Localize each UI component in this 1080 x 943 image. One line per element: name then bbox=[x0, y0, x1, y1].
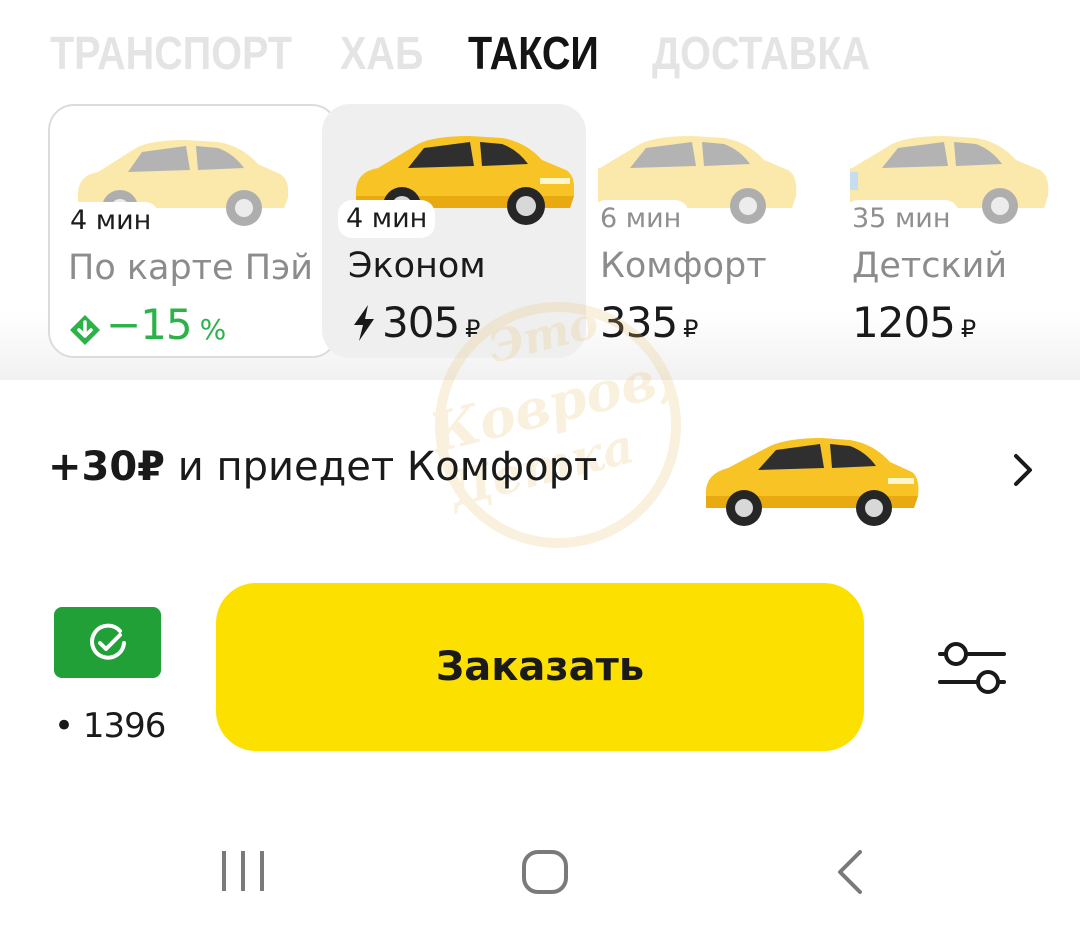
upsell-text: +30₽ и приедет Комфорт bbox=[48, 444, 597, 490]
tariff-panel: ТРАНСПОРТ ХАБ ТАКСИ ДОСТАВКА 4 мин По ка… bbox=[0, 0, 1080, 380]
price-value: 1205 bbox=[852, 298, 956, 347]
tariff-price: 305 ₽ bbox=[350, 298, 480, 347]
tariff-name: По карте Пэй bbox=[68, 248, 313, 288]
tariff-name: Комфорт bbox=[600, 246, 767, 286]
payment-method-button[interactable] bbox=[54, 607, 161, 678]
comfort-car-image bbox=[700, 430, 920, 526]
tariff-discount: −15 % bbox=[68, 300, 227, 349]
tariff-card-econom[interactable]: 4 мин Эконом 305 ₽ bbox=[322, 104, 586, 358]
price-currency: ₽ bbox=[683, 315, 698, 343]
tab-delivery[interactable]: ДОСТАВКА bbox=[652, 26, 870, 80]
tariff-price: 1205 ₽ bbox=[852, 298, 976, 347]
price-value: 305 bbox=[382, 298, 460, 347]
upsell-amount: +30₽ bbox=[48, 444, 166, 490]
chevron-right-icon[interactable] bbox=[1008, 452, 1036, 488]
payment-balance: • 1396 bbox=[54, 706, 166, 746]
sberpay-check-icon bbox=[86, 621, 130, 665]
eta-label: 4 мин bbox=[338, 200, 436, 238]
tariff-card-comfort[interactable]: 6 мин Комфорт 335 ₽ bbox=[577, 104, 832, 358]
tab-hub[interactable]: ХАБ bbox=[340, 26, 423, 80]
lightning-icon bbox=[350, 303, 378, 343]
price-value: 335 bbox=[600, 298, 678, 347]
tariff-card-kids[interactable]: 35 мин Детский 1205 ₽ bbox=[829, 104, 1080, 358]
taxi-order-screen: ТРАНСПОРТ ХАБ ТАКСИ ДОСТАВКА 4 мин По ка… bbox=[0, 0, 1080, 943]
tab-taxi[interactable]: ТАКСИ bbox=[468, 26, 599, 80]
eta-label: 4 мин bbox=[62, 202, 160, 240]
discount-value: −15 bbox=[106, 300, 193, 349]
upsell-comfort-row[interactable]: +30₽ и приедет Комфорт bbox=[0, 400, 1080, 540]
upsell-label: и приедет Комфорт bbox=[165, 444, 598, 490]
price-currency: ₽ bbox=[960, 315, 976, 343]
order-button[interactable]: Заказать bbox=[216, 583, 864, 751]
eta-label: 35 мин bbox=[844, 200, 959, 238]
tariff-carousel: 4 мин По карте Пэй −15 % 4 мин Эконом 30… bbox=[48, 104, 1080, 362]
discount-unit: % bbox=[199, 313, 227, 346]
tariff-card-pay[interactable]: 4 мин По карте Пэй −15 % bbox=[48, 104, 338, 358]
back-icon[interactable] bbox=[834, 848, 866, 896]
price-currency: ₽ bbox=[465, 315, 480, 343]
recent-apps-icon[interactable] bbox=[218, 847, 268, 895]
home-icon[interactable] bbox=[520, 848, 570, 896]
tariff-name: Эконом bbox=[348, 246, 486, 286]
eta-label: 6 мин bbox=[592, 200, 690, 238]
tariff-price: 335 ₽ bbox=[600, 298, 698, 347]
service-tabs: ТРАНСПОРТ ХАБ ТАКСИ ДОСТАВКА bbox=[50, 26, 1050, 86]
tab-transport[interactable]: ТРАНСПОРТ bbox=[50, 26, 292, 80]
tariff-name: Детский bbox=[852, 246, 1008, 286]
discount-arrow-icon bbox=[68, 308, 102, 345]
sliders-icon[interactable] bbox=[936, 638, 1008, 698]
